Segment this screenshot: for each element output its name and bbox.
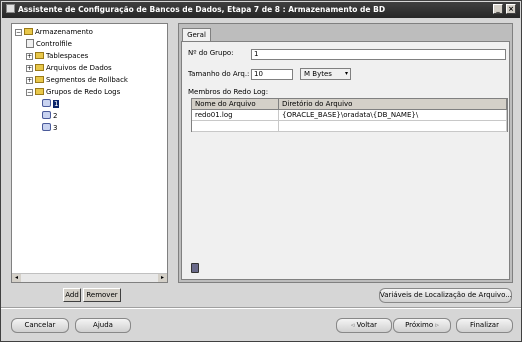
tab-general[interactable]: Geral — [182, 28, 211, 41]
help-button[interactable]: Ajuda — [75, 318, 131, 333]
next-button[interactable]: Próximo ▹ — [393, 318, 451, 333]
tree-item-tablespaces[interactable]: + Tablespaces — [26, 51, 88, 62]
tree-item-redo-group-2[interactable]: 2 — [42, 111, 57, 122]
expand-icon[interactable]: + — [26, 77, 33, 84]
add-button[interactable]: Add — [63, 288, 81, 302]
next-label: Próximo — [405, 321, 434, 329]
minimize-button[interactable]: _ — [493, 4, 503, 14]
redo-group-icon — [42, 123, 51, 131]
next-arrow-icon: ▹ — [435, 321, 439, 329]
tree-label: Segmentos de Rollback — [46, 76, 128, 84]
tab-general-content: Nº do Grupo: 1 Tamanho do Arq.: 10 M Byt… — [181, 41, 510, 280]
column-header-filename[interactable]: Nome do Arquivo — [192, 99, 279, 110]
folder-icon — [35, 52, 44, 59]
tree-item-datafiles[interactable]: + Arquivos de Dados — [26, 63, 112, 74]
table-cell-directory[interactable]: {ORACLE_BASE}\oradata\{DB_NAME}\ — [279, 110, 507, 121]
redo-group-icon — [42, 111, 51, 119]
tree-label: 2 — [53, 112, 58, 120]
back-arrow-icon: ◃ — [350, 321, 355, 329]
tree-label: Controlfile — [36, 40, 72, 48]
tree-item-rollback-segments[interactable]: + Segmentos de Rollback — [26, 75, 128, 86]
folder-icon — [35, 64, 44, 71]
footer-separator — [1, 307, 521, 309]
back-label: Voltar — [356, 321, 378, 329]
tree-item-redo-log-groups[interactable]: − Grupos de Redo Logs — [26, 87, 120, 98]
group-number-label: Nº do Grupo: — [188, 49, 234, 57]
size-unit-value: M Bytes — [304, 70, 332, 78]
chevron-down-icon: ▾ — [344, 70, 348, 77]
members-table[interactable]: Nome do Arquivo Diretório do Arquivo red… — [191, 98, 508, 132]
properties-panel: Geral Nº do Grupo: 1 Tamanho do Arq.: 10… — [178, 23, 513, 283]
close-button[interactable]: × — [506, 4, 516, 14]
collapse-icon[interactable]: − — [15, 29, 22, 36]
tree-horizontal-scrollbar[interactable]: ◂ ▸ — [12, 273, 167, 282]
tree-label: Armazenamento — [35, 28, 93, 36]
tree-label: 1 — [53, 100, 60, 108]
collapse-icon[interactable]: − — [26, 89, 33, 96]
tree-label: 3 — [53, 124, 58, 132]
tree-item-controlfile[interactable]: Controlfile — [26, 39, 72, 50]
expand-icon[interactable]: + — [26, 65, 33, 72]
file-location-variables-button[interactable]: Variáveis de Localização de Arquivo... — [379, 288, 512, 303]
tree-item-redo-group-1[interactable]: 1 — [42, 99, 60, 110]
remove-button[interactable]: Remover — [83, 288, 121, 302]
scroll-right-icon[interactable]: ▸ — [158, 274, 167, 282]
group-number-field[interactable]: 1 — [251, 49, 506, 60]
wizard-window: Assistente de Configuração de Bancos de … — [0, 0, 522, 342]
tree-root-armazenamento[interactable]: − Armazenamento — [15, 27, 93, 38]
scroll-left-icon[interactable]: ◂ — [12, 274, 21, 282]
cancel-button[interactable]: Cancelar — [11, 318, 69, 333]
tree-label: Tablespaces — [46, 52, 89, 60]
splitter-handle[interactable] — [171, 141, 175, 171]
finish-button[interactable]: Finalizar — [456, 318, 513, 333]
table-cell-empty[interactable] — [192, 121, 279, 132]
table-cell-filename[interactable]: redo01.log — [192, 110, 279, 121]
controlfile-icon — [26, 39, 34, 48]
folder-icon — [35, 88, 44, 95]
table-cell-empty[interactable] — [279, 121, 507, 132]
file-size-field[interactable]: 10 — [251, 69, 293, 80]
column-header-directory[interactable]: Diretório do Arquivo — [279, 99, 507, 110]
tree-label: Grupos de Redo Logs — [46, 88, 121, 96]
trash-icon[interactable] — [191, 263, 199, 273]
members-label: Membros do Redo Log: — [188, 88, 269, 96]
redo-group-icon — [42, 99, 51, 107]
folder-icon — [24, 28, 33, 35]
expand-icon[interactable]: + — [26, 53, 33, 60]
folder-icon — [35, 76, 44, 83]
storage-tree[interactable]: − Armazenamento Controlfile + Tablespaces … — [11, 23, 168, 283]
window-title: Assistente de Configuração de Bancos de … — [18, 5, 386, 14]
file-size-label: Tamanho do Arq.: — [188, 70, 250, 78]
tree-item-redo-group-3[interactable]: 3 — [42, 123, 57, 134]
size-unit-select[interactable]: M Bytes ▾ — [300, 68, 351, 80]
window-icon — [6, 4, 15, 13]
back-button[interactable]: ◃ Voltar — [336, 318, 392, 333]
title-bar: Assistente de Configuração de Bancos de … — [2, 2, 520, 18]
tree-label: Arquivos de Dados — [46, 64, 112, 72]
